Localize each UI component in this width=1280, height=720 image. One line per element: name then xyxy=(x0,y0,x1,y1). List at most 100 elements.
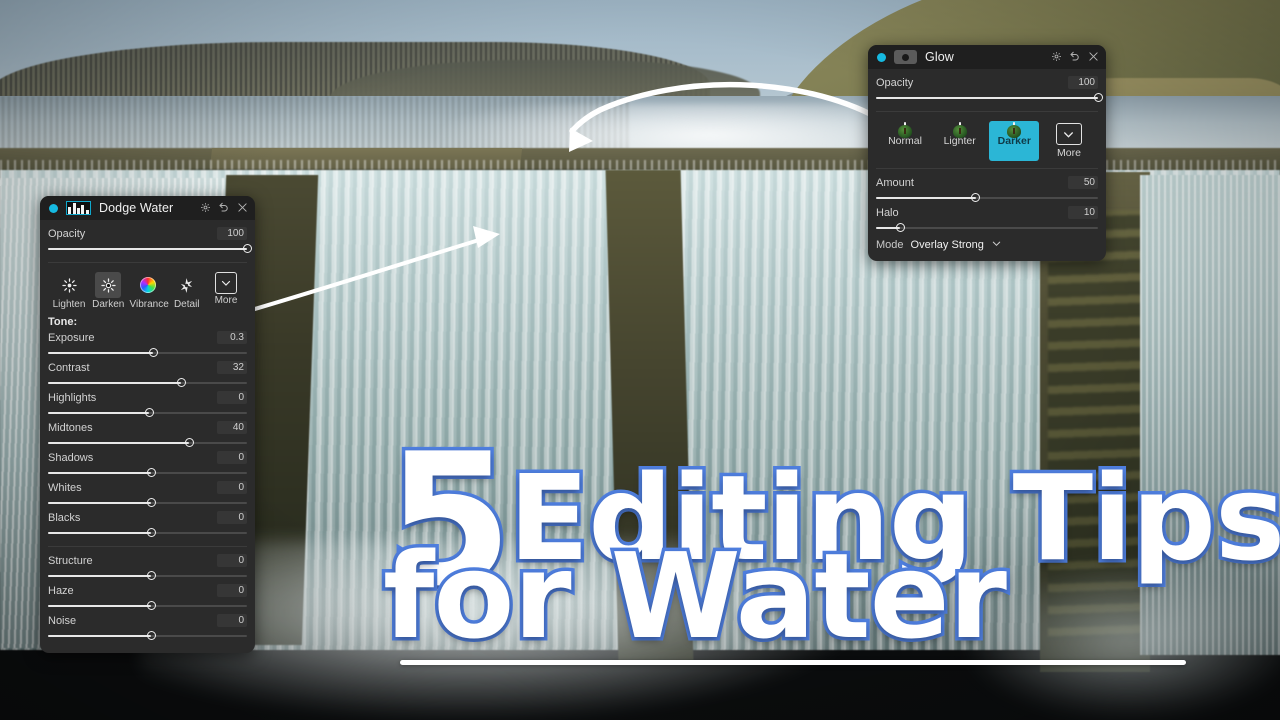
slider-label-row: Halo 10 xyxy=(876,206,1098,219)
slider-row: Exposure 0.3 xyxy=(48,331,247,359)
preset-thumbnail-lighter xyxy=(958,122,961,136)
undo-icon[interactable] xyxy=(1069,50,1081,64)
slider-value[interactable]: 0 xyxy=(217,481,247,494)
slider-label-row: Shadows 0 xyxy=(48,451,247,464)
slider-knob[interactable] xyxy=(146,468,156,477)
slider-row: Contrast 32 xyxy=(48,361,247,389)
glow-panel[interactable]: Glow Opacity 100 Normal Lighter Darker M… xyxy=(868,45,1106,261)
tool-lighten[interactable]: Lighten xyxy=(51,272,87,310)
divider xyxy=(876,111,1098,112)
slider-knob[interactable] xyxy=(146,571,156,580)
layer-active-dot[interactable] xyxy=(877,52,886,62)
preset-more[interactable]: More xyxy=(1044,121,1094,161)
layer-mask-thumbnail[interactable] xyxy=(66,201,91,215)
glow-opacity-label: Opacity xyxy=(876,76,914,89)
sparkle-icon xyxy=(174,272,200,298)
dodge-tool-row[interactable]: Lighten Darken Vibrance Detail More xyxy=(48,270,247,310)
slider-knob[interactable] xyxy=(184,438,194,447)
chevron-down-icon[interactable] xyxy=(991,238,1002,252)
slider-knob[interactable] xyxy=(144,408,154,417)
slider-value[interactable]: 32 xyxy=(217,361,247,374)
glow-preset-row[interactable]: Normal Lighter Darker More xyxy=(876,119,1098,161)
slider-label: Exposure xyxy=(48,331,95,344)
slider-value[interactable]: 10 xyxy=(1068,206,1098,219)
slider-knob[interactable] xyxy=(148,348,158,357)
tool-vibrance-label: Vibrance xyxy=(129,299,169,310)
glow-mode-row[interactable]: Mode Overlay Strong xyxy=(876,236,1098,252)
slider-control[interactable] xyxy=(48,527,247,539)
slider-value[interactable]: 0 xyxy=(217,451,247,464)
layer-thumbnail[interactable] xyxy=(894,50,917,64)
preset-lighter[interactable]: Lighter xyxy=(935,121,985,161)
slider-fill xyxy=(48,382,182,384)
slider-row: Halo 10 xyxy=(876,206,1098,234)
glow-mode-value[interactable]: Overlay Strong xyxy=(911,239,984,251)
slider-label-row: Whites 0 xyxy=(48,481,247,494)
dodge-opacity-value[interactable]: 100 xyxy=(217,227,247,240)
slider-label-row: Amount 50 xyxy=(876,176,1098,189)
slider-knob[interactable] xyxy=(1093,93,1103,102)
slider-label: Amount xyxy=(876,176,914,189)
slider-label-row: Midtones 40 xyxy=(48,421,247,434)
slider-knob[interactable] xyxy=(176,378,186,387)
tool-darken[interactable]: Darken xyxy=(90,272,126,310)
slider-control[interactable] xyxy=(48,600,247,612)
glow-opacity-value[interactable]: 100 xyxy=(1068,76,1098,89)
divider xyxy=(48,546,247,547)
slider-control[interactable] xyxy=(48,467,247,479)
slider-control[interactable] xyxy=(48,377,247,389)
glow-panel-titlebar[interactable]: Glow xyxy=(868,45,1106,69)
tool-vibrance[interactable]: Vibrance xyxy=(129,272,169,310)
close-icon[interactable] xyxy=(1088,51,1099,64)
dodge-water-panel[interactable]: Dodge Water Opacity 100 Lighten Darken V… xyxy=(40,196,255,653)
slider-value[interactable]: 0.3 xyxy=(217,331,247,344)
slider-label: Shadows xyxy=(48,451,94,464)
slider-label-row: Contrast 32 xyxy=(48,361,247,374)
slider-control[interactable] xyxy=(48,570,247,582)
slider-fill xyxy=(48,472,152,474)
layer-active-dot[interactable] xyxy=(49,203,58,213)
dodge-titlebar-actions[interactable] xyxy=(200,201,248,215)
glow-opacity-slider[interactable] xyxy=(876,92,1103,104)
dodge-opacity-slider[interactable] xyxy=(48,243,252,255)
slider-knob[interactable] xyxy=(146,601,156,610)
dodge-panel-titlebar[interactable]: Dodge Water xyxy=(40,196,255,220)
tool-detail[interactable]: Detail xyxy=(169,272,205,310)
slider-knob[interactable] xyxy=(146,498,156,507)
gear-icon[interactable] xyxy=(200,202,211,215)
tool-more[interactable]: More xyxy=(208,272,244,310)
slider-knob[interactable] xyxy=(146,631,156,640)
slider-control[interactable] xyxy=(48,437,247,449)
slider-value[interactable]: 0 xyxy=(217,614,247,627)
slider-control[interactable] xyxy=(876,222,1098,234)
dodge-detail-sliders: Structure 0 Haze 0 Noise 0 xyxy=(48,554,247,642)
slider-control[interactable] xyxy=(48,347,247,359)
glow-titlebar-actions[interactable] xyxy=(1051,50,1099,64)
slider-knob[interactable] xyxy=(895,223,905,232)
slider-fill xyxy=(48,575,152,577)
slider-value[interactable]: 50 xyxy=(1068,176,1098,189)
slider-label-row: Noise 0 xyxy=(48,614,247,627)
color-wheel-icon xyxy=(135,272,161,298)
slider-control[interactable] xyxy=(48,497,247,509)
slider-knob[interactable] xyxy=(971,193,981,202)
preset-darker[interactable]: Darker xyxy=(989,121,1040,161)
slider-control[interactable] xyxy=(48,630,247,642)
gear-icon[interactable] xyxy=(1051,51,1062,64)
preset-normal[interactable]: Normal xyxy=(880,121,930,161)
slider-value[interactable]: 0 xyxy=(217,554,247,567)
slider-value[interactable]: 0 xyxy=(217,584,247,597)
slider-value[interactable]: 0 xyxy=(217,511,247,524)
glow-opacity-row: Opacity 100 xyxy=(876,76,1098,89)
tool-darken-label: Darken xyxy=(92,299,125,310)
dodge-opacity-label: Opacity xyxy=(48,227,86,240)
slider-label: Haze xyxy=(48,584,74,597)
slider-value[interactable]: 40 xyxy=(217,421,247,434)
slider-knob[interactable] xyxy=(242,244,252,253)
slider-value[interactable]: 0 xyxy=(217,391,247,404)
undo-icon[interactable] xyxy=(218,201,230,215)
close-icon[interactable] xyxy=(237,202,248,215)
slider-control[interactable] xyxy=(48,407,247,419)
slider-knob[interactable] xyxy=(146,528,156,537)
slider-control[interactable] xyxy=(876,192,1098,204)
